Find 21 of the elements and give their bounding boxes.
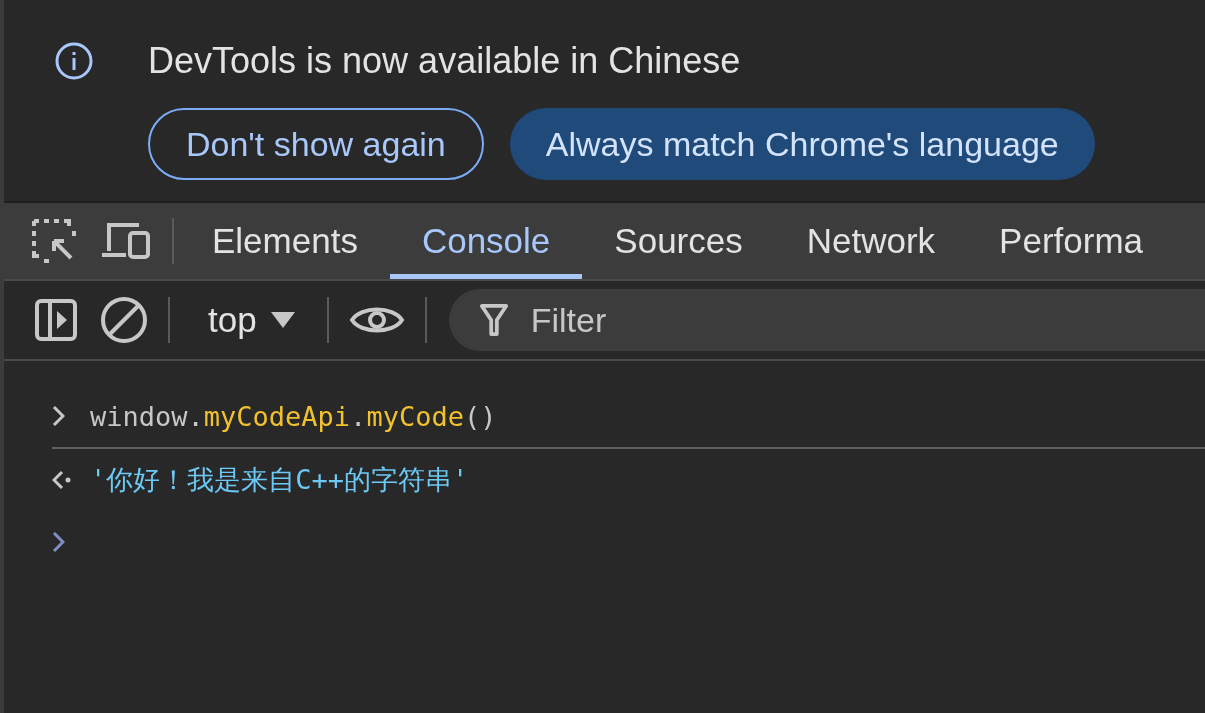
panel-tab[interactable]: Performa — [967, 203, 1144, 279]
panel-tab[interactable]: Console — [389, 203, 583, 279]
sidebar-toggle-icon[interactable] — [34, 298, 78, 342]
context-dropdown[interactable]: top — [188, 300, 311, 340]
filter-field[interactable]: Filter — [448, 289, 1205, 351]
result-arrow-icon — [52, 470, 71, 490]
panel-tab[interactable]: Network — [774, 203, 968, 279]
device-toolbar-icon[interactable] — [100, 221, 152, 261]
panel-tab[interactable]: Elements — [192, 203, 390, 279]
language-button[interactable]: Always match Chrome's language — [509, 108, 1095, 180]
result-value: '你好！我是来自C++的字符串' — [90, 463, 469, 497]
caret-icon — [270, 312, 295, 328]
clear-console-icon[interactable] — [100, 296, 148, 344]
info-icon — [54, 41, 94, 81]
console-input-code: window.myCodeApi.myCode() — [90, 400, 497, 432]
infobar-message: DevTools is now available in Chinese — [148, 40, 741, 82]
prompt-chevron-icon[interactable] — [52, 531, 65, 553]
input-chevron-icon — [52, 405, 65, 427]
inspect-element-icon[interactable] — [30, 217, 78, 265]
dismiss-button[interactable]: Don't show again — [148, 108, 484, 180]
panel-tab[interactable]: Sources — [582, 203, 775, 279]
